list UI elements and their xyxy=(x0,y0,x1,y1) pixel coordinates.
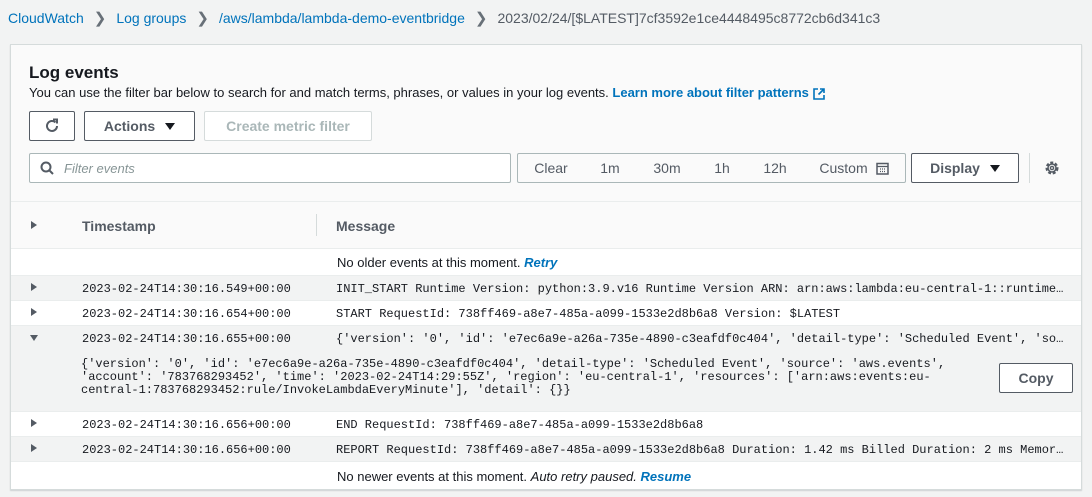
chevron-right-icon: ❯ xyxy=(196,10,209,27)
range-custom[interactable]: Custom xyxy=(804,154,904,182)
older-events-text: No older events at this moment. xyxy=(337,255,521,270)
older-events-message: No older events at this moment. Retry xyxy=(337,255,557,270)
display-button[interactable]: Display xyxy=(911,153,1019,183)
breadcrumb: CloudWatch ❯ Log groups ❯ /aws/lambda/la… xyxy=(8,9,880,27)
custom-label: Custom xyxy=(819,160,868,176)
table-row[interactable]: 2023-02-24T14:30:16.549+00:00 INIT_START… xyxy=(11,276,1081,301)
divider xyxy=(1029,153,1030,183)
panel-description: You can use the filter bar below to sear… xyxy=(29,85,825,100)
clear-button[interactable]: Clear xyxy=(518,154,584,182)
actions-label: Actions xyxy=(103,118,156,134)
learn-more-link[interactable]: Learn more about filter patterns xyxy=(612,85,825,100)
log-events-panel: Log events You can use the filter bar be… xyxy=(10,44,1082,490)
newer-events-row: No newer events at this moment. Auto ret… xyxy=(11,462,1081,489)
expand-row-icon[interactable] xyxy=(31,444,37,452)
chevron-right-icon: ❯ xyxy=(474,10,488,27)
row-timestamp: 2023-02-24T14:30:16.654+00:00 xyxy=(82,307,291,321)
caret-down-icon xyxy=(165,122,176,130)
refresh-icon xyxy=(46,118,58,132)
collapse-row-icon[interactable] xyxy=(30,335,38,341)
display-label: Display xyxy=(930,160,980,176)
chevron-right-icon: ❯ xyxy=(93,10,107,27)
external-link-icon xyxy=(813,87,825,100)
resume-link[interactable]: Resume xyxy=(641,469,692,484)
table-row[interactable]: 2023-02-24T14:30:16.656+00:00 END Reques… xyxy=(11,412,1081,437)
caret-down-icon xyxy=(989,164,1000,172)
expanded-message: {'version': '0', 'id': 'e7ec6a9e-a26a-73… xyxy=(81,357,946,397)
expand-row-icon[interactable] xyxy=(31,308,37,316)
expand-row-icon[interactable] xyxy=(31,419,37,427)
row-timestamp: 2023-02-24T14:30:16.656+00:00 xyxy=(82,418,291,432)
older-events-row: No older events at this moment. Retry xyxy=(11,249,1081,276)
page-title: Log events xyxy=(29,63,119,82)
table-row[interactable]: 2023-02-24T14:30:16.654+00:00 START Requ… xyxy=(11,301,1081,326)
auto-retry-status: Auto retry paused. xyxy=(530,469,637,484)
row-timestamp: 2023-02-24T14:30:16.549+00:00 xyxy=(82,282,291,296)
actions-button[interactable]: Actions xyxy=(84,111,195,141)
table-row[interactable]: 2023-02-24T14:30:16.656+00:00 REPORT Req… xyxy=(11,437,1081,462)
retry-link[interactable]: Retry xyxy=(524,255,557,270)
calendar-icon xyxy=(875,162,889,175)
table-row-expanded[interactable]: 2023-02-24T14:30:16.655+00:00 {'version'… xyxy=(11,326,1081,351)
create-metric-filter-label: Create metric filter xyxy=(226,118,350,134)
breadcrumb-log-groups[interactable]: Log groups xyxy=(116,10,186,26)
panel-header: Log events You can use the filter bar be… xyxy=(11,45,1081,202)
range-30m[interactable]: 30m xyxy=(636,154,698,182)
expanded-detail: {'version': '0', 'id': 'e7ec6a9e-a26a-73… xyxy=(11,351,1081,412)
search-input[interactable] xyxy=(62,159,486,177)
description-text: You can use the filter bar below to sear… xyxy=(29,85,609,100)
copy-label: Copy xyxy=(1018,370,1054,386)
column-timestamp[interactable]: Timestamp xyxy=(82,218,156,234)
table-header: Timestamp Message xyxy=(11,202,1081,249)
refresh-button[interactable] xyxy=(29,111,75,141)
row-message: INIT_START Runtime Version: python:3.9.v… xyxy=(336,282,1066,296)
row-message: REPORT RequestId: 738ff469-a8e7-485a-a09… xyxy=(336,443,1066,457)
expand-all-icon[interactable] xyxy=(31,221,37,229)
row-timestamp: 2023-02-24T14:30:16.655+00:00 xyxy=(82,332,291,346)
range-1m[interactable]: 1m xyxy=(584,154,636,182)
newer-events-message: No newer events at this moment. Auto ret… xyxy=(337,469,691,484)
range-1h[interactable]: 1h xyxy=(698,154,746,182)
column-divider xyxy=(316,214,317,236)
gear-icon[interactable] xyxy=(1043,159,1061,177)
range-12h[interactable]: 12h xyxy=(746,154,804,182)
row-message: START RequestId: 738ff469-a8e7-485a-a099… xyxy=(336,307,841,321)
copy-button[interactable]: Copy xyxy=(999,363,1073,393)
filter-events-field xyxy=(29,153,511,183)
row-message: {'version': '0', 'id': 'e7ec6a9e-a26a-73… xyxy=(336,332,1066,346)
breadcrumb-current: 2023/02/24/[$LATEST]7cf3592e1ce4448495c8… xyxy=(497,10,881,26)
row-timestamp: 2023-02-24T14:30:16.656+00:00 xyxy=(82,443,291,457)
create-metric-filter-button[interactable]: Create metric filter xyxy=(204,111,372,141)
time-range-selector: Clear 1m 30m 1h 12h Custom xyxy=(517,153,906,183)
column-message[interactable]: Message xyxy=(336,218,395,234)
learn-more-label: Learn more about filter patterns xyxy=(612,85,809,100)
breadcrumb-log-group[interactable]: /aws/lambda/lambda-demo-eventbridge xyxy=(219,10,465,26)
expand-row-icon[interactable] xyxy=(31,283,37,291)
newer-events-text: No newer events at this moment. xyxy=(337,469,528,484)
breadcrumb-cloudwatch[interactable]: CloudWatch xyxy=(8,10,84,26)
search-icon xyxy=(40,161,54,175)
row-message: END RequestId: 738ff469-a8e7-485a-a099-1… xyxy=(336,418,704,432)
